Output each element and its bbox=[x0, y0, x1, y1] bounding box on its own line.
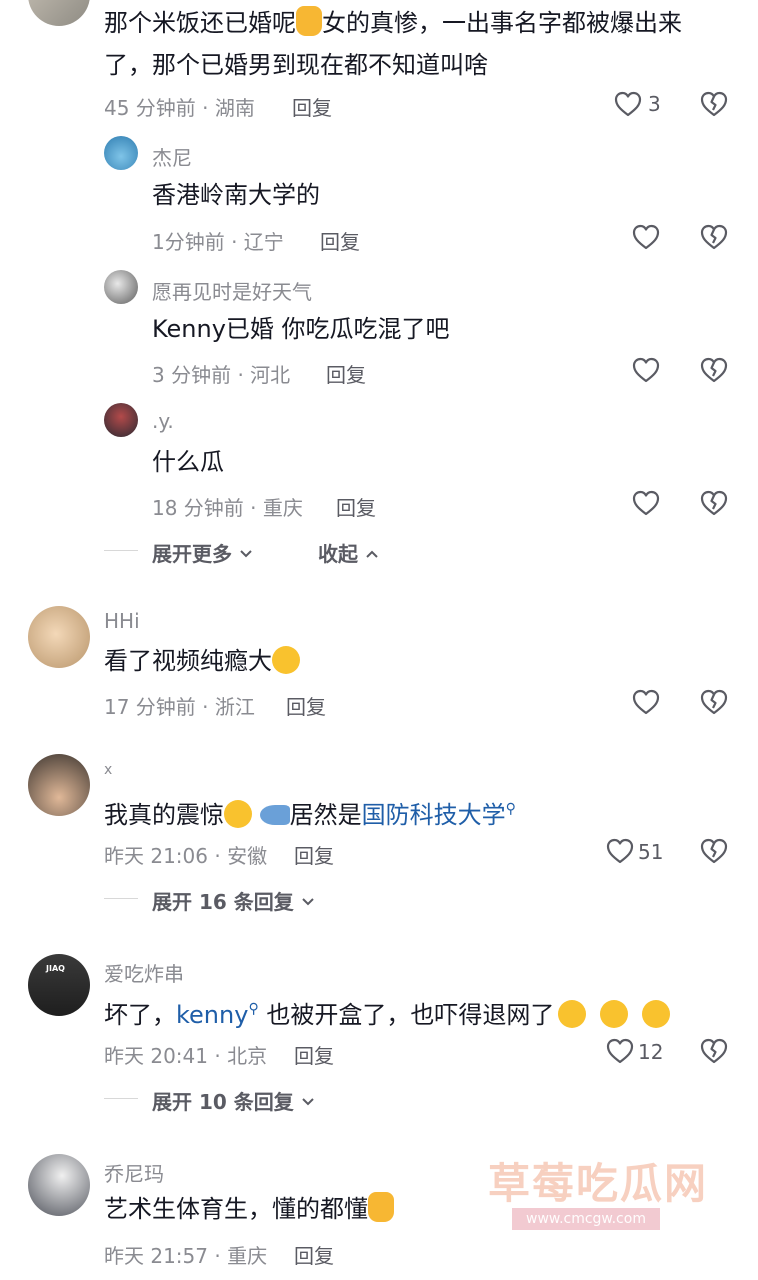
like-heart-icon[interactable] bbox=[630, 221, 662, 253]
reply-avatar[interactable] bbox=[104, 270, 138, 304]
fish-emoji-icon bbox=[259, 805, 290, 825]
bear-emoji-icon bbox=[558, 1000, 587, 1028]
avatar[interactable] bbox=[28, 1154, 90, 1216]
like-heart-icon[interactable] bbox=[630, 487, 662, 519]
broken-heart-icon[interactable] bbox=[698, 354, 730, 386]
reply-text: 什么瓜 bbox=[152, 448, 224, 476]
like-heart-icon[interactable] bbox=[604, 835, 636, 867]
thumbs-up-emoji-icon bbox=[296, 6, 322, 36]
search-icon: ⚲ bbox=[248, 1001, 259, 1017]
reply-button[interactable]: 回复 bbox=[294, 1240, 334, 1269]
reply-author-name[interactable]: 愿再见时是好天气 bbox=[152, 276, 312, 305]
like-heart-icon[interactable] bbox=[612, 88, 644, 120]
chevron-up-icon bbox=[366, 550, 378, 558]
like-count: 51 bbox=[638, 840, 664, 864]
chevron-down-icon bbox=[302, 898, 314, 906]
chevron-down-icon bbox=[240, 550, 252, 558]
like-heart-icon[interactable] bbox=[604, 1035, 636, 1067]
shocked-emoji-icon bbox=[224, 800, 252, 828]
like-count: 3 bbox=[648, 92, 661, 116]
reply-meta: 1分钟前 · 辽宁 bbox=[152, 230, 284, 254]
reply-meta: 18 分钟前 · 重庆 bbox=[152, 496, 303, 520]
watermark-url: www.cmcgw.com bbox=[512, 1208, 660, 1230]
avatar[interactable] bbox=[28, 754, 90, 816]
expand-more-button[interactable]: 展开更多 bbox=[152, 538, 253, 567]
broken-heart-icon[interactable] bbox=[698, 686, 730, 718]
laugh-cry-emoji-icon bbox=[272, 646, 300, 674]
avatar-text: JIAQ bbox=[46, 964, 65, 973]
reply-button[interactable]: 回复 bbox=[286, 691, 326, 720]
search-link[interactable]: kenny bbox=[176, 1001, 248, 1029]
bear-emoji-icon bbox=[642, 1000, 671, 1028]
reply-author-name[interactable]: .y. bbox=[152, 409, 174, 433]
broken-heart-icon[interactable] bbox=[698, 1035, 730, 1067]
avatar[interactable] bbox=[28, 606, 90, 668]
search-link[interactable]: 国防科技大学 bbox=[362, 801, 506, 829]
search-icon: ⚲ bbox=[505, 801, 516, 817]
reply-button[interactable]: 回复 bbox=[326, 359, 366, 388]
divider-dash bbox=[104, 898, 138, 899]
comment-author-name[interactable]: 乔尼玛 bbox=[104, 1158, 164, 1187]
reply-meta: 3 分钟前 · 河北 bbox=[152, 363, 291, 387]
broken-heart-icon[interactable] bbox=[698, 835, 730, 867]
avatar[interactable] bbox=[28, 0, 90, 26]
like-heart-icon[interactable] bbox=[630, 354, 662, 386]
reply-button[interactable]: 回复 bbox=[292, 92, 332, 121]
comment-text: 那个米饭还已婚呢 女的真惨，一出事名字都被爆出来 bbox=[104, 2, 682, 44]
comment-text-line2: 了，那个已婚男到现在都不知道叫啥 bbox=[104, 51, 488, 79]
comment-text: 看了视频纯瘾大 bbox=[104, 640, 300, 682]
comment-meta: 昨天 21:57 · 重庆 bbox=[104, 1244, 268, 1268]
reply-author-name[interactable]: 杰尼 bbox=[152, 142, 192, 171]
expand-replies-button[interactable]: 展开 16 条回复 bbox=[152, 886, 315, 915]
comment-meta: 昨天 21:06 · 安徽 bbox=[104, 844, 268, 868]
reply-text: 香港岭南大学的 bbox=[152, 181, 320, 209]
comment-meta: 45 分钟前 · 湖南 bbox=[104, 96, 255, 120]
watermark-title: 草莓吃瓜网 bbox=[488, 1159, 709, 1208]
comment-author-name[interactable]: HHi bbox=[104, 609, 140, 633]
reply-avatar[interactable] bbox=[104, 136, 138, 170]
reply-button[interactable]: 回复 bbox=[294, 1040, 334, 1069]
comment-author-name[interactable]: 爱吃炸串 bbox=[104, 958, 184, 987]
broken-heart-icon[interactable] bbox=[698, 88, 730, 120]
comment-text: 坏了，kenny⚲ 也被开盒了，也吓得退网了 bbox=[104, 988, 671, 1036]
avatar[interactable]: JIAQ bbox=[28, 954, 90, 1016]
chevron-down-icon bbox=[302, 1098, 314, 1106]
reply-button[interactable]: 回复 bbox=[294, 840, 334, 869]
reply-button[interactable]: 回复 bbox=[336, 492, 376, 521]
expand-replies-button[interactable]: 展开 10 条回复 bbox=[152, 1086, 315, 1115]
bear-emoji-icon bbox=[600, 1000, 629, 1028]
like-heart-icon[interactable] bbox=[630, 686, 662, 718]
divider-dash bbox=[104, 1098, 138, 1099]
broken-heart-icon[interactable] bbox=[698, 487, 730, 519]
comment-author-name[interactable]: x bbox=[104, 762, 112, 778]
reply-avatar[interactable] bbox=[104, 403, 138, 437]
comment-meta: 昨天 20:41 · 北京 bbox=[104, 1044, 268, 1068]
reply-button[interactable]: 回复 bbox=[320, 226, 360, 255]
comment-meta: 17 分钟前 · 浙江 bbox=[104, 695, 255, 719]
divider-dash bbox=[104, 550, 138, 551]
thumbs-up-emoji-icon bbox=[368, 1192, 394, 1222]
comment-text: 艺术生体育生，懂的都懂 bbox=[104, 1188, 394, 1230]
reply-text: Kenny已婚 你吃瓜吃混了吧 bbox=[152, 315, 450, 343]
comment-text: 我真的震惊 居然是国防科技大学⚲ bbox=[104, 800, 516, 829]
collapse-button[interactable]: 收起 bbox=[318, 538, 379, 567]
broken-heart-icon[interactable] bbox=[698, 221, 730, 253]
like-count: 12 bbox=[638, 1040, 664, 1064]
